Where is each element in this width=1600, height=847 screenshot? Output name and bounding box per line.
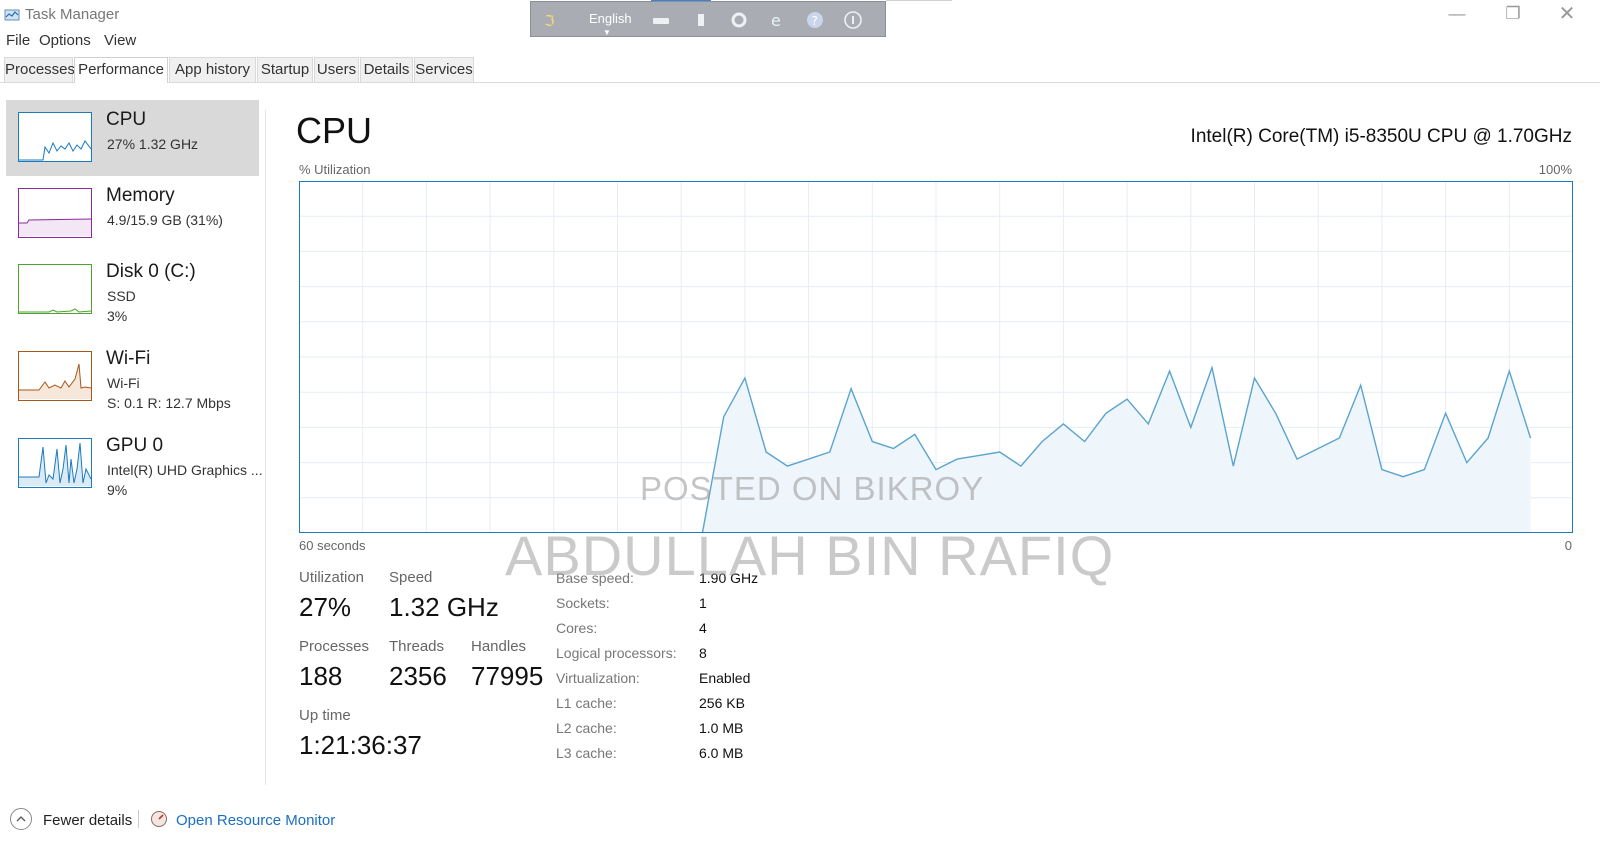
ime-mode-icon[interactable]: ℑ bbox=[541, 10, 561, 30]
help-icon[interactable]: ? bbox=[805, 10, 825, 30]
sidebar-title: CPU bbox=[106, 109, 147, 130]
tab-app-history[interactable]: App history bbox=[169, 57, 256, 82]
tab-performance[interactable]: Performance bbox=[74, 57, 168, 83]
sidebar-line2: 3% bbox=[107, 308, 128, 324]
utilization-value: 27% bbox=[299, 592, 352, 622]
spec-value: 8 bbox=[699, 645, 707, 661]
tab-services[interactable]: Services bbox=[414, 57, 474, 82]
spec-label: L2 cache: bbox=[556, 720, 617, 736]
langbar-line bbox=[886, 0, 952, 1]
info-icon[interactable] bbox=[843, 10, 863, 30]
svg-text:?: ? bbox=[812, 14, 818, 28]
fewer-details-button[interactable]: Fewer details bbox=[43, 812, 132, 829]
cpu-model-name: Intel(R) Core(TM) i5-8350U CPU @ 1.70GHz bbox=[1190, 126, 1572, 147]
processes-label: Processes bbox=[299, 638, 370, 655]
sidebar-item-memory[interactable]: Memory 4.9/15.9 GB (31%) bbox=[6, 176, 259, 252]
sidebar-line1: Wi-Fi bbox=[107, 375, 140, 391]
tab-startup[interactable]: Startup bbox=[257, 57, 313, 82]
sidebar-item-gpu[interactable]: GPU 0 Intel(R) UHD Graphics ... 9% bbox=[6, 426, 263, 502]
spec-value: 6.0 MB bbox=[699, 745, 744, 761]
svg-text:e: e bbox=[771, 11, 781, 30]
spec-label: Virtualization: bbox=[556, 670, 640, 686]
chevron-down-icon[interactable]: ▼ bbox=[603, 28, 611, 37]
spec-label: Cores: bbox=[556, 620, 598, 636]
memory-thumbnail bbox=[18, 188, 92, 238]
time-axis-right: 0 bbox=[1564, 538, 1572, 553]
watermark-author: ABDULLAH BIN RAFIQ bbox=[505, 524, 1115, 587]
keyboard-icon[interactable] bbox=[651, 10, 671, 30]
sidebar-title: GPU 0 bbox=[106, 435, 164, 456]
sidebar-line1: Intel(R) UHD Graphics ... bbox=[107, 462, 263, 478]
utilization-max-label: 100% bbox=[1538, 162, 1572, 177]
spec-label: L1 cache: bbox=[556, 695, 617, 711]
cpu-thumbnail bbox=[18, 112, 92, 162]
chevron-up-icon[interactable] bbox=[10, 808, 32, 830]
minimize-button[interactable]: — bbox=[1434, 0, 1480, 30]
footer-separator bbox=[138, 810, 139, 828]
menu-view[interactable]: View bbox=[104, 32, 136, 49]
sidebar-line1: SSD bbox=[107, 288, 136, 304]
spec-label: Logical processors: bbox=[556, 645, 677, 661]
language-label[interactable]: English bbox=[589, 11, 632, 26]
spec-value: 256 KB bbox=[699, 695, 745, 711]
utilization-axis-label: % Utilization bbox=[299, 162, 371, 177]
time-axis-left: 60 seconds bbox=[299, 538, 366, 553]
language-bar[interactable]: ℑ English ▼ e ? bbox=[530, 1, 886, 37]
processes-value: 188 bbox=[299, 661, 343, 691]
page-title: CPU bbox=[296, 110, 373, 151]
sidebar-line1: 27% 1.32 GHz bbox=[107, 136, 199, 152]
uptime-label: Up time bbox=[299, 707, 351, 724]
sidebar-title: Memory bbox=[106, 185, 175, 206]
sidebar-title: Disk 0 (C:) bbox=[106, 261, 196, 282]
sidebar-line2: S: 0.1 R: 12.7 Mbps bbox=[107, 395, 231, 411]
speed-value: 1.32 GHz bbox=[389, 592, 499, 622]
handles-label: Handles bbox=[471, 638, 527, 655]
disk-thumbnail bbox=[18, 264, 92, 314]
uptime-value: 1:21:36:37 bbox=[299, 730, 422, 760]
sidebar-divider bbox=[265, 110, 266, 785]
spec-label: Sockets: bbox=[556, 595, 610, 611]
menu-options[interactable]: Options bbox=[39, 32, 91, 49]
tab-processes[interactable]: Processes bbox=[4, 57, 75, 82]
watermark-posted: POSTED ON BIKROY bbox=[640, 470, 985, 507]
close-button[interactable]: ✕ bbox=[1544, 0, 1590, 30]
sidebar-line1: 4.9/15.9 GB (31%) bbox=[107, 212, 223, 228]
menu-file[interactable]: File bbox=[6, 32, 30, 49]
sidebar-line2: 9% bbox=[107, 482, 128, 498]
wifi-thumbnail bbox=[18, 351, 92, 401]
handles-value: 77995 bbox=[471, 661, 544, 691]
sidebar-item-cpu[interactable]: CPU 27% 1.32 GHz bbox=[6, 100, 259, 176]
resource-monitor-icon[interactable] bbox=[150, 810, 168, 828]
threads-value: 2356 bbox=[389, 661, 447, 691]
ie-icon[interactable]: e bbox=[767, 10, 787, 30]
sidebar-item-disk[interactable]: Disk 0 (C:) SSD 3% bbox=[6, 252, 259, 328]
task-manager-icon bbox=[4, 9, 20, 21]
tab-users[interactable]: Users bbox=[314, 57, 359, 82]
spec-value: 1.0 MB bbox=[699, 720, 744, 736]
sidebar-title: Wi-Fi bbox=[106, 348, 151, 369]
spec-value: 4 bbox=[699, 620, 707, 636]
tabs-divider bbox=[0, 82, 1600, 83]
threads-label: Threads bbox=[389, 638, 445, 655]
speed-label: Speed bbox=[389, 569, 433, 586]
gpu-thumbnail bbox=[18, 438, 92, 488]
spec-value: 1 bbox=[699, 595, 707, 611]
spec-value: Enabled bbox=[699, 670, 751, 686]
tool-icon[interactable] bbox=[691, 10, 711, 30]
maximize-button[interactable]: ❐ bbox=[1490, 0, 1536, 30]
sidebar-item-wifi[interactable]: Wi-Fi Wi-Fi S: 0.1 R: 12.7 Mbps bbox=[6, 339, 259, 415]
utilization-label: Utilization bbox=[299, 569, 365, 586]
open-resource-monitor-link[interactable]: Open Resource Monitor bbox=[176, 812, 335, 829]
svg-text:ℑ: ℑ bbox=[544, 12, 554, 30]
spec-label: L3 cache: bbox=[556, 745, 617, 761]
tab-details[interactable]: Details bbox=[360, 57, 413, 82]
gear-icon[interactable] bbox=[729, 10, 749, 30]
window-title: Task Manager bbox=[25, 6, 120, 23]
